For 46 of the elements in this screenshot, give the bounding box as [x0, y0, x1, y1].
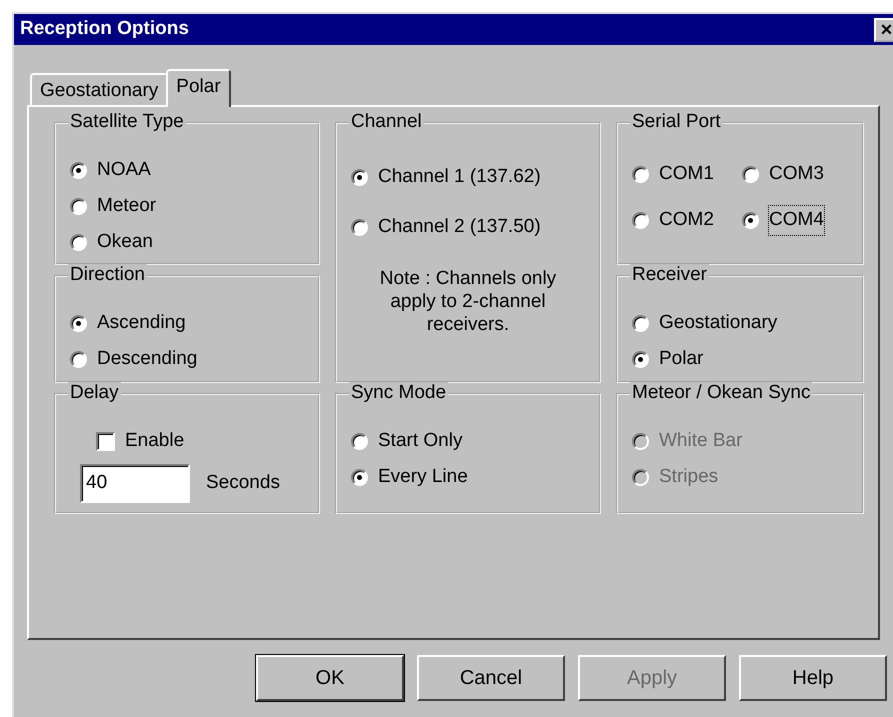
note-text: Note : Channels only apply to 2-channel receivers.: [378, 266, 558, 336]
radio-button[interactable]: [351, 169, 368, 186]
radio-button[interactable]: [632, 166, 649, 183]
radio-button[interactable]: [70, 198, 87, 215]
window-title: Reception Options: [20, 17, 189, 42]
unit-label: Seconds: [206, 470, 280, 495]
radio-button[interactable]: [742, 212, 759, 229]
radio-button[interactable]: [351, 433, 368, 450]
radio-option[interactable]: Channel 1 (137.62): [349, 152, 587, 202]
checkbox[interactable]: [96, 432, 115, 451]
radio-option[interactable]: Start Only: [349, 424, 587, 460]
radio-option[interactable]: Channel 2 (137.50): [349, 202, 587, 252]
radio-option[interactable]: Meteor: [68, 188, 306, 224]
group-title: Meteor / Okean Sync: [630, 382, 812, 404]
radio-option[interactable]: COM1: [630, 156, 740, 192]
dialog-button[interactable]: Cancel: [417, 655, 565, 701]
radio-option[interactable]: COM3: [740, 156, 850, 192]
dialog-button[interactable]: OK: [256, 655, 404, 701]
tab[interactable]: Geostationary: [30, 73, 168, 105]
radio-button[interactable]: [70, 315, 87, 332]
radio-button[interactable]: [632, 212, 649, 229]
radio-button[interactable]: [70, 351, 87, 368]
radio-option[interactable]: NOAA: [68, 152, 306, 188]
radio-button[interactable]: [742, 166, 759, 183]
radio-button[interactable]: [351, 469, 368, 486]
radio-option[interactable]: Descending: [68, 342, 306, 378]
radio-button[interactable]: [70, 162, 87, 179]
radio-button[interactable]: [351, 219, 368, 236]
dialog-button[interactable]: Help: [739, 655, 887, 701]
radio-option[interactable]: Ascending: [68, 306, 306, 342]
checkbox-option[interactable]: Enable: [68, 424, 306, 460]
radio-button[interactable]: [632, 315, 649, 332]
close-button[interactable]: ×: [874, 18, 893, 42]
radio-option[interactable]: Okean: [68, 224, 306, 260]
radio-option[interactable]: Geostationary: [630, 306, 850, 342]
radio-option[interactable]: COM2: [630, 202, 740, 238]
group-title: Sync Mode: [349, 382, 448, 404]
tab[interactable]: Polar: [166, 69, 231, 107]
group-title: Delay: [68, 382, 121, 404]
group-title: Satellite Type: [68, 111, 186, 133]
radio-button[interactable]: [70, 234, 87, 251]
input-field[interactable]: 40: [80, 464, 190, 502]
radio-option[interactable]: Every Line: [349, 460, 587, 496]
radio-option[interactable]: COM4: [740, 202, 850, 238]
radio-option[interactable]: Polar: [630, 342, 850, 378]
radio-button[interactable]: [632, 351, 649, 368]
